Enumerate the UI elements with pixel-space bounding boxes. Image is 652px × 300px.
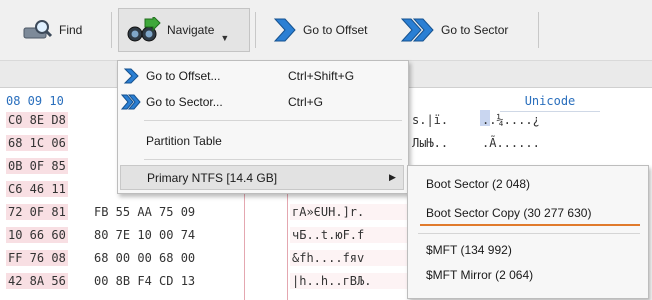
chevron-right-icon xyxy=(273,18,296,42)
toolbar: Find Navigate ▼ Go to Offset Go to Secto… xyxy=(0,0,652,61)
unicode-cell: ..¼....¿ xyxy=(482,113,540,127)
submenu-item-mft-mirror[interactable]: $MFT Mirror (2 064) xyxy=(408,263,646,287)
menu-item-label: Go to Sector... xyxy=(146,95,223,109)
text-cell: s.|ï. xyxy=(412,113,449,127)
text-cell: |h..h..гВЉ. xyxy=(290,273,419,289)
hex-bytes-left: C0 8E D8 xyxy=(6,112,68,128)
hex-bytes-right: 00 8B F4 CD 13 xyxy=(94,274,196,288)
submenu-item-boot-sector-copy[interactable]: Boot Sector Copy (30 277 630) xyxy=(408,201,646,225)
hex-column-header: 08 09 10 xyxy=(6,94,64,108)
hex-bytes-left: 0B 0F 85 xyxy=(6,158,68,174)
submenu-item-label: $MFT (134 992) xyxy=(426,243,512,257)
menu-separator xyxy=(144,120,402,121)
toolbar-separator xyxy=(538,12,539,48)
submenu-arrow-icon: ▶ xyxy=(389,172,396,182)
hex-bytes-right: FB 55 AA 75 09 xyxy=(94,205,196,219)
menu-item-shortcut: Ctrl+G xyxy=(288,95,324,109)
go-to-offset-label: Go to Offset xyxy=(303,23,368,37)
partition-submenu: Boot Sector (2 048) Boot Sector Copy (30… xyxy=(407,165,649,299)
toolbar-separator xyxy=(111,12,112,48)
text-cell: ЛыЊ.. xyxy=(412,136,449,150)
go-to-sector-button[interactable]: Go to Sector xyxy=(392,8,532,52)
submenu-item-label: Boot Sector (2 048) xyxy=(426,177,531,191)
menu-item-primary-ntfs[interactable]: Primary NTFS [14.4 GB] ▶ xyxy=(120,165,404,190)
double-chevron-right-icon xyxy=(121,94,141,110)
text-cell: &fh....fяv xyxy=(290,250,419,266)
navigate-button[interactable]: Navigate ▼ xyxy=(118,8,250,52)
hex-bytes-right: 80 7E 10 00 74 xyxy=(94,228,196,242)
menu-item-shortcut: Ctrl+Shift+G xyxy=(288,69,355,83)
menu-item-label: Go to Offset... xyxy=(146,69,221,83)
binoculars-icon xyxy=(127,17,161,42)
menu-item-partition-table[interactable]: Partition Table xyxy=(118,129,406,153)
submenu-item-label: Boot Sector Copy (30 277 630) xyxy=(426,206,592,220)
hex-bytes-right: 68 00 00 68 00 xyxy=(94,251,196,265)
chevron-down-icon[interactable]: ▼ xyxy=(220,33,229,43)
menu-separator xyxy=(418,233,640,234)
double-chevron-right-icon xyxy=(401,18,434,42)
menu-item-go-to-sector[interactable]: Go to Sector... Ctrl+G xyxy=(118,90,406,114)
hex-bytes-left: 10 66 60 xyxy=(6,227,68,243)
text-cell: чБ..t.юF.f xyxy=(290,227,419,243)
menu-item-label: Primary NTFS [14.4 GB] xyxy=(147,170,278,185)
menu-separator xyxy=(144,159,402,160)
submenu-item-mft[interactable]: $MFT (134 992) xyxy=(408,238,646,262)
navigate-menu: Go to Offset... Ctrl+Shift+G Go to Secto… xyxy=(117,60,409,194)
menu-item-label: Partition Table xyxy=(146,134,222,148)
hex-bytes-left: 72 0F 81 xyxy=(6,204,68,220)
find-button[interactable]: Find xyxy=(14,8,104,52)
go-to-sector-label: Go to Sector xyxy=(441,23,509,37)
navigate-label: Navigate xyxy=(167,23,215,37)
selection-underline xyxy=(420,224,640,226)
submenu-item-label: $MFT Mirror (2 064) xyxy=(426,268,534,282)
submenu-item-boot-sector[interactable]: Boot Sector (2 048) xyxy=(408,172,646,196)
find-icon xyxy=(23,20,53,39)
hex-bytes-left: C6 46 11 xyxy=(6,181,68,197)
find-label: Find xyxy=(59,23,83,37)
unicode-column-header: Unicode xyxy=(500,94,600,112)
go-to-offset-button[interactable]: Go to Offset xyxy=(262,8,386,52)
text-cell: гА»ЄUH.]r. xyxy=(290,204,419,220)
menu-item-go-to-offset[interactable]: Go to Offset... Ctrl+Shift+G xyxy=(118,64,406,88)
hex-bytes-left: 68 1C 06 xyxy=(6,135,68,151)
chevron-right-icon xyxy=(123,68,139,84)
hex-bytes-left: 42 8A 56 xyxy=(6,273,68,289)
unicode-cell: .Ã...... xyxy=(482,136,540,150)
toolbar-separator xyxy=(255,12,256,48)
hex-bytes-left: FF 76 08 xyxy=(6,250,68,266)
